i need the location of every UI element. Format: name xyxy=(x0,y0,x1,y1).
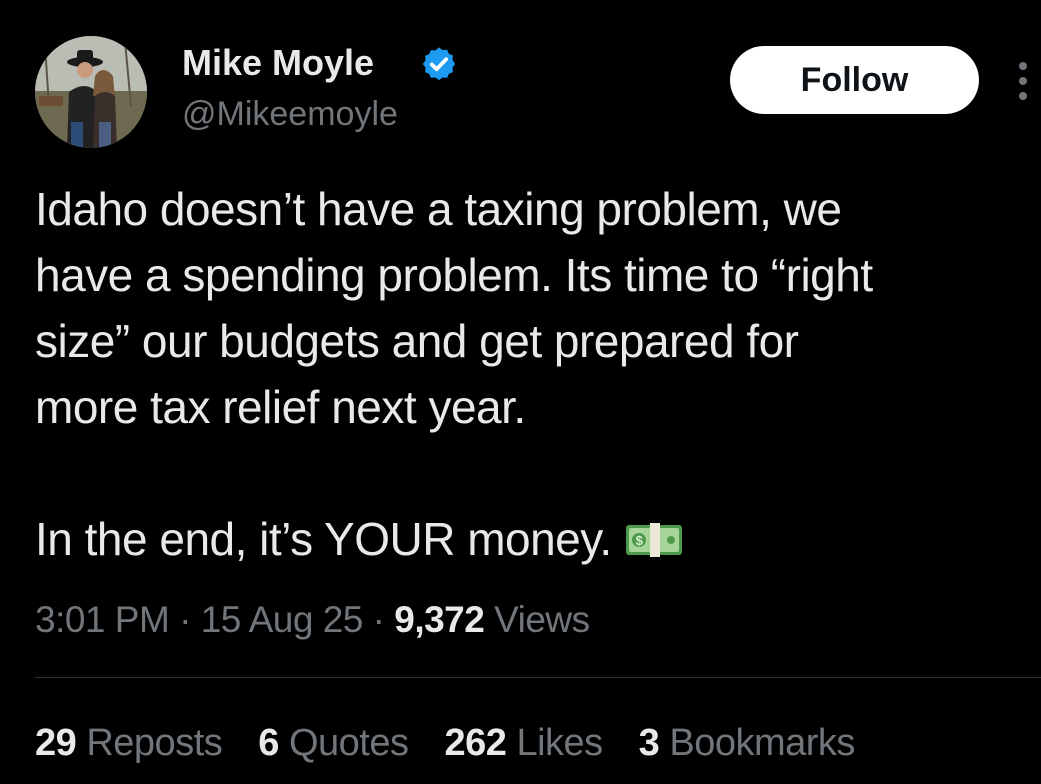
verified-badge-icon xyxy=(422,47,456,81)
stat-label: Reposts xyxy=(86,722,223,764)
stat-label: Likes xyxy=(516,722,603,764)
stat-likes[interactable]: 262 Likes xyxy=(444,718,603,768)
tweet-meta: 3:01 PM · 15 Aug 25 · 9,372 Views xyxy=(35,596,590,644)
avatar[interactable] xyxy=(35,36,147,148)
views-count[interactable]: 9,372 xyxy=(394,599,485,640)
stat-count: 262 xyxy=(444,722,507,764)
views-label[interactable]: Views xyxy=(494,599,590,640)
tweet-date[interactable]: 15 Aug 25 xyxy=(201,599,364,640)
tweet-paragraph-1: Idaho doesn’t have a taxing problem, we … xyxy=(35,183,873,433)
stat-quotes[interactable]: 6 Quotes xyxy=(258,718,409,768)
tweet-body: Idaho doesn’t have a taxing problem, we … xyxy=(35,176,1035,572)
stat-label: Bookmarks xyxy=(669,722,855,764)
stat-label: Quotes xyxy=(288,722,409,764)
stat-reposts[interactable]: 29 Reposts xyxy=(35,718,223,768)
divider xyxy=(35,677,1041,678)
vertical-ellipsis-icon[interactable] xyxy=(1010,56,1036,106)
stat-count: 29 xyxy=(35,722,77,764)
author-display-name[interactable]: Mike Moyle xyxy=(182,40,374,86)
author-handle[interactable]: @Mikeemoyle xyxy=(182,92,398,136)
meta-separator: · xyxy=(179,599,191,640)
stat-count: 6 xyxy=(258,722,279,764)
profile-photo xyxy=(35,36,147,148)
engagement-stats: 29 Reposts 6 Quotes 262 Likes 3 Bookmark… xyxy=(35,718,891,768)
stat-bookmarks[interactable]: 3 Bookmarks xyxy=(638,718,856,768)
follow-button[interactable]: Follow xyxy=(730,46,979,114)
stat-count: 3 xyxy=(638,722,660,764)
tweet-paragraph-2-text: In the end, it’s YOUR money. xyxy=(35,513,612,565)
tweet-time[interactable]: 3:01 PM xyxy=(35,599,170,640)
money-banknote-emoji-icon: $ xyxy=(625,522,682,557)
tweet-paragraph-2: In the end, it’s YOUR money. $ xyxy=(35,506,1035,572)
meta-separator: · xyxy=(372,599,385,640)
